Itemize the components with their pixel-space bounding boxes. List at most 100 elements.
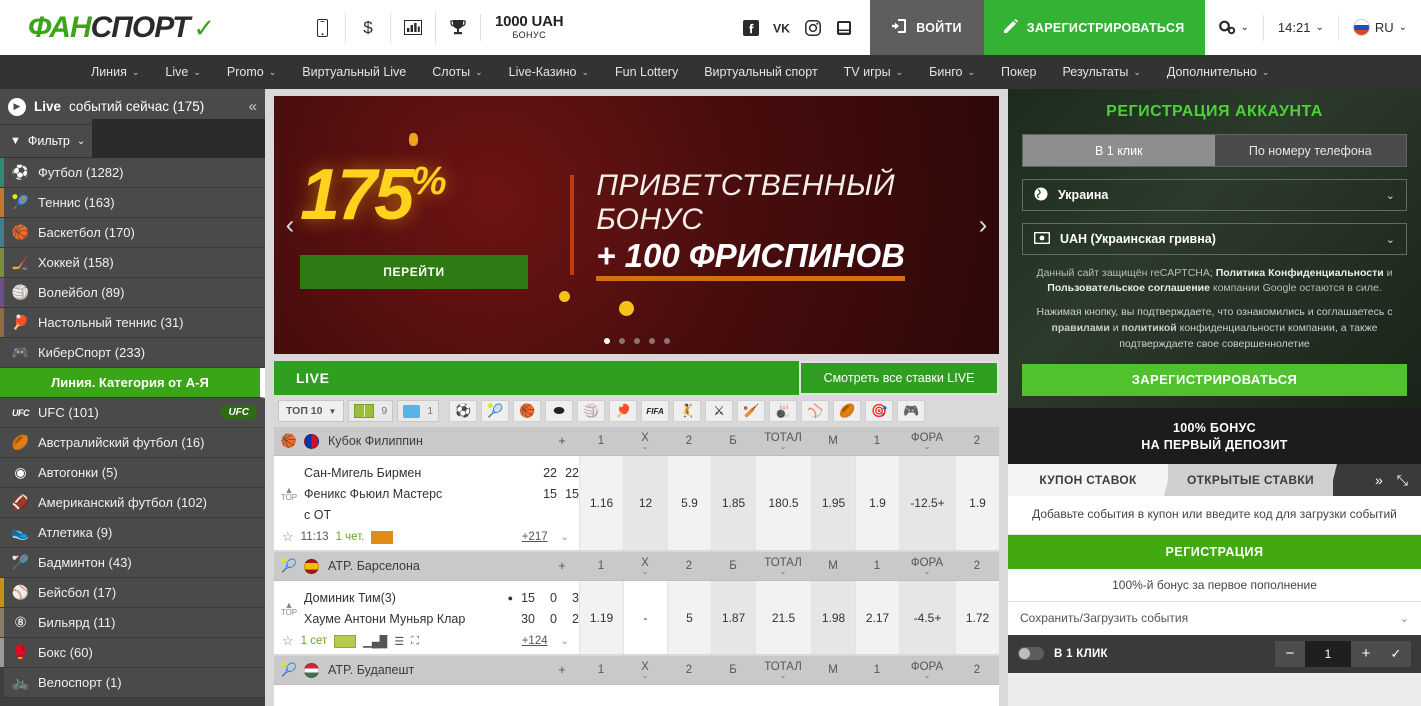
volleyball-icon[interactable]: 🏐 bbox=[577, 400, 606, 422]
favorite-star-icon[interactable]: ☆ bbox=[282, 633, 294, 649]
odds-cell[interactable]: 1.9 bbox=[955, 456, 999, 550]
odds-cell[interactable]: 1.19 bbox=[579, 581, 623, 654]
odds-cell[interactable]: -12.5+ bbox=[899, 456, 955, 550]
cricket-icon[interactable]: 🏏 bbox=[737, 400, 766, 422]
lineup-icon[interactable]: ☰ bbox=[394, 635, 404, 648]
stake-increment-button[interactable]: + bbox=[1351, 640, 1381, 667]
sidebar-item-line-1[interactable]: 🏉 Австралийский футбол (16) bbox=[0, 428, 265, 458]
odds-cell[interactable]: 21.5 bbox=[755, 581, 811, 654]
league-row[interactable]: 🏀 Кубок Филиппин +1 X ⌄ 2 Б ТОТАЛ ⌄ М 1 ФОРА ⌄ 2 bbox=[274, 427, 999, 456]
banner-dot-0[interactable] bbox=[603, 338, 610, 344]
odds-cell[interactable]: 1.95 bbox=[811, 456, 855, 550]
tab-open-bets[interactable]: ОТКРЫТЫЕ СТАВКИ bbox=[1164, 464, 1337, 497]
nav-item-8[interactable]: TV игры ⌄ bbox=[831, 55, 916, 89]
sidebar-item-live-3[interactable]: 🏒 Хоккей (158) bbox=[0, 248, 265, 278]
top10-dropdown[interactable]: ТОП 10 ▼ bbox=[278, 400, 345, 422]
privacy-policy-link[interactable]: Политика Конфиденциальности bbox=[1216, 267, 1384, 279]
column-header-2[interactable]: 2 bbox=[667, 435, 711, 447]
banner-dot-2[interactable] bbox=[633, 338, 640, 344]
odds-cell[interactable]: 1.72 bbox=[955, 581, 999, 654]
registration-tab-0[interactable]: В 1 клик bbox=[1023, 135, 1215, 166]
sidebar-item-live-6[interactable]: 🎮 КиберСпорт (233) bbox=[0, 338, 265, 368]
nav-item-6[interactable]: Fun Lottery bbox=[602, 55, 691, 89]
clock-selector[interactable]: 14:21 ⌄ bbox=[1262, 14, 1338, 41]
odds-cell[interactable]: 1.9 bbox=[855, 456, 899, 550]
expand-markets-button[interactable]: + bbox=[545, 559, 579, 573]
registration-tab-1[interactable]: По номеру телефона bbox=[1214, 135, 1406, 166]
sidebar-item-live-2[interactable]: 🏀 Баскетбол (170) bbox=[0, 218, 265, 248]
sidebar-item-line-6[interactable]: ⚾ Бейсбол (17) bbox=[0, 578, 265, 608]
odds-cell[interactable]: 5 bbox=[667, 581, 711, 654]
sidebar-item-line-8[interactable]: 🥊 Бокс (60) bbox=[0, 638, 265, 668]
login-button[interactable]: ВОЙТИ bbox=[870, 0, 984, 55]
expand-markets-button[interactable]: + bbox=[545, 663, 579, 677]
column-header-7[interactable]: ФОРА ⌄ bbox=[899, 557, 955, 576]
favorite-star-icon[interactable]: ☆ bbox=[282, 529, 294, 545]
one-click-toggle[interactable] bbox=[1018, 647, 1044, 661]
nav-item-3[interactable]: Виртуальный Live bbox=[289, 55, 419, 89]
nav-item-12[interactable]: Дополнительно ⌄ bbox=[1154, 55, 1283, 89]
terms-link[interactable]: Пользовательское соглашение bbox=[1047, 282, 1210, 294]
sidebar-item-line-5[interactable]: 🏸 Бадминтон (43) bbox=[0, 548, 265, 578]
chevron-down-icon[interactable]: ⌄ bbox=[561, 532, 579, 543]
column-header-1[interactable]: X ⌄ bbox=[623, 661, 667, 680]
fifa-icon[interactable]: FIFA bbox=[641, 400, 670, 422]
banner-cta-button[interactable]: ПЕРЕЙТИ bbox=[300, 255, 528, 290]
tennis-icon[interactable]: 🎾 bbox=[481, 400, 510, 422]
column-header-6[interactable]: 1 bbox=[855, 664, 899, 676]
odds-cell[interactable]: - bbox=[623, 581, 667, 654]
column-header-8[interactable]: 2 bbox=[955, 664, 999, 676]
vk-icon[interactable]: VK bbox=[773, 19, 790, 36]
table-row[interactable]: ▲ TOP Доминик Тим(3) ● 15 0 3 Хауме Антони Мунь… bbox=[274, 581, 999, 656]
column-header-4[interactable]: ТОТАЛ ⌄ bbox=[755, 432, 811, 451]
pitch-filter[interactable]: 9 bbox=[348, 400, 394, 422]
nav-item-1[interactable]: Live ⌄ bbox=[152, 55, 213, 89]
policy-link[interactable]: политикой bbox=[1122, 322, 1177, 334]
table-tennis-icon[interactable]: 🏓 bbox=[609, 400, 638, 422]
banner-next-button[interactable]: › bbox=[971, 210, 995, 241]
site-logo[interactable]: ФАНСПОРТ ✓ bbox=[0, 11, 300, 45]
column-header-5[interactable]: М bbox=[811, 664, 855, 676]
column-header-5[interactable]: М bbox=[811, 435, 855, 447]
sidebar-item-line-3[interactable]: 🏈 Американский футбол (102) bbox=[0, 488, 265, 518]
youtube-icon[interactable] bbox=[835, 19, 852, 36]
odds-cell[interactable]: -4.5+ bbox=[899, 581, 955, 654]
bowling-icon[interactable]: 🎳 bbox=[769, 400, 798, 422]
pitch-icon[interactable] bbox=[334, 634, 357, 648]
hockey-puck-icon[interactable]: ⬬ bbox=[545, 400, 574, 422]
more-markets-link[interactable]: +124 bbox=[522, 635, 554, 647]
column-header-4[interactable]: ТОТАЛ ⌄ bbox=[755, 661, 811, 680]
more-markets-link[interactable]: +217 bbox=[522, 531, 554, 543]
language-selector[interactable]: RU ⌄ bbox=[1337, 14, 1421, 41]
banner-dot-3[interactable] bbox=[648, 338, 655, 344]
column-header-3[interactable]: Б bbox=[711, 435, 755, 447]
esports-pad-icon[interactable]: 🎮 bbox=[897, 400, 926, 422]
sidebar-item-live-1[interactable]: 🎾 Теннис (163) bbox=[0, 188, 265, 218]
statistics-icon[interactable]: ▁▄█ bbox=[363, 635, 387, 648]
baseball-icon[interactable]: ⚾ bbox=[801, 400, 830, 422]
column-header-0[interactable]: 1 bbox=[579, 664, 623, 676]
football-icon[interactable]: ⚽ bbox=[449, 400, 478, 422]
registration-submit-button[interactable]: ЗАРЕГИСТРИРОВАТЬСЯ bbox=[1022, 363, 1407, 396]
nav-item-2[interactable]: Promo ⌄ bbox=[214, 55, 289, 89]
register-button[interactable]: ЗАРЕГИСТРИРОВАТЬСЯ bbox=[983, 0, 1205, 55]
column-header-2[interactable]: 2 bbox=[667, 560, 711, 572]
column-header-0[interactable]: 1 bbox=[579, 435, 623, 447]
sidebar-item-live-0[interactable]: ⚽ Футбол (1282) bbox=[0, 158, 265, 188]
odds-cell[interactable]: 5.9 bbox=[667, 456, 711, 550]
sidebar-item-line-4[interactable]: 👟 Атлетика (9) bbox=[0, 518, 265, 548]
h2h-icon[interactable]: ⛶ bbox=[411, 635, 419, 648]
table-row[interactable]: ▲ TOP Сан-Мигель Бирмен 22 22 Феникс Фьюил Ма… bbox=[274, 456, 999, 552]
sidebar-item-line-2[interactable]: ◉ Автогонки (5) bbox=[0, 458, 265, 488]
banner-dot-1[interactable] bbox=[618, 338, 625, 344]
bonus-badge[interactable]: 1000 UAH БОНУС bbox=[480, 14, 579, 41]
instagram-icon[interactable] bbox=[804, 19, 821, 36]
odds-cell[interactable]: 180.5 bbox=[755, 456, 811, 550]
nav-item-0[interactable]: Линия ⌄ bbox=[78, 55, 152, 89]
facebook-icon[interactable] bbox=[742, 19, 759, 36]
collapse-icon[interactable]: ⤡ bbox=[1397, 472, 1408, 489]
nav-item-5[interactable]: Live-Казино ⌄ bbox=[496, 55, 602, 89]
odds-cell[interactable]: 12 bbox=[623, 456, 667, 550]
column-header-3[interactable]: Б bbox=[711, 560, 755, 572]
column-header-7[interactable]: ФОРА ⌄ bbox=[899, 432, 955, 451]
